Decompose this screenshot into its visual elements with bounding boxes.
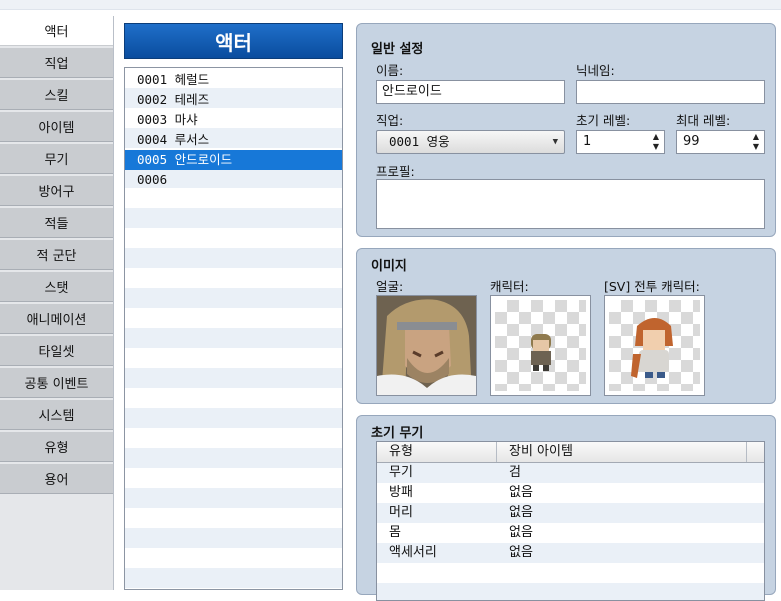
- tab-label: 직업: [44, 57, 69, 72]
- actor-item[interactable]: 0006: [125, 170, 342, 190]
- tab-label: 유형: [44, 441, 69, 456]
- equipment-rows: 무기 검 방패 없음 머리 없음 몸 없음 액세서리 없음: [377, 463, 764, 600]
- tab-tilesets[interactable]: 타일셋: [0, 336, 113, 366]
- character-image[interactable]: [490, 295, 591, 396]
- general-settings-title: 일반 설정: [371, 42, 424, 57]
- profile-label: 프로필:: [376, 164, 415, 179]
- actor-list[interactable]: 0001 헤럴드 0002 테레즈 0003 마샤 0004 루서스 0005 …: [124, 67, 343, 590]
- tab-actors[interactable]: 액터: [0, 16, 113, 46]
- name-label: 이름:: [376, 63, 404, 78]
- initial-level-label: 초기 레벨:: [576, 113, 631, 128]
- tab-label: 액터: [44, 25, 69, 40]
- tab-label: 시스템: [38, 409, 75, 424]
- table-row[interactable]: 방패 없음: [377, 483, 764, 503]
- table-row-empty: [377, 563, 764, 583]
- tab-label: 타일셋: [38, 345, 75, 360]
- tab-animations[interactable]: 애니메이션: [0, 304, 113, 334]
- tab-classes[interactable]: 직업: [0, 48, 113, 78]
- tab-label: 무기: [44, 153, 69, 168]
- face-label: 얼굴:: [376, 279, 404, 294]
- actor-item[interactable]: 0002 테레즈: [125, 90, 342, 110]
- equip-item: 없음: [509, 505, 533, 520]
- table-row-empty: [377, 583, 764, 600]
- spinner-arrows-icon[interactable]: ▲ ▼: [651, 132, 661, 152]
- tab-label: 공통 이벤트: [24, 377, 89, 392]
- general-settings-panel: 일반 설정 이름: 안드로이드 닉네임: 직업: 0001 영웅 ▼ 초기 레벨…: [356, 23, 776, 237]
- actor-item[interactable]: 0003 마샤: [125, 110, 342, 130]
- actor-item[interactable]: 0004 루서스: [125, 130, 342, 150]
- tab-label: 스탯: [44, 281, 69, 296]
- equip-type: 무기: [389, 465, 413, 480]
- tab-label: 스킬: [44, 89, 69, 104]
- class-select[interactable]: 0001 영웅 ▼: [376, 130, 565, 154]
- max-level-stepper[interactable]: 99 ▲ ▼: [676, 130, 765, 154]
- tab-types[interactable]: 유형: [0, 432, 113, 462]
- actor-item-selected[interactable]: 0005 안드로이드: [125, 150, 342, 170]
- tab-enemies[interactable]: 적들: [0, 208, 113, 238]
- tab-common-events[interactable]: 공통 이벤트: [0, 368, 113, 398]
- tab-system[interactable]: 시스템: [0, 400, 113, 430]
- table-row[interactable]: 무기 검: [377, 463, 764, 483]
- equip-type: 액세서리: [389, 545, 437, 560]
- col-item-header[interactable]: 장비 아이템: [497, 442, 747, 462]
- table-row[interactable]: 머리 없음: [377, 503, 764, 523]
- top-strip: [0, 0, 781, 10]
- equip-item: 없음: [509, 545, 533, 560]
- nickname-input[interactable]: [576, 80, 765, 104]
- equip-item: 검: [509, 465, 521, 480]
- tab-states[interactable]: 스탯: [0, 272, 113, 302]
- actor-list-title: 액터: [124, 23, 343, 59]
- character-label: 캐릭터:: [490, 279, 529, 294]
- col-type-header[interactable]: 유형: [377, 442, 497, 462]
- equip-type: 머리: [389, 505, 413, 520]
- actor-list-panel: 액터 0001 헤럴드 0002 테레즈 0003 마샤 0004 루서스 00…: [124, 23, 343, 590]
- sv-label: [SV] 전투 캐릭터:: [604, 279, 700, 294]
- tab-label: 애니메이션: [26, 313, 87, 328]
- spinner-arrows-icon[interactable]: ▲ ▼: [751, 132, 761, 152]
- col-filler: [747, 442, 764, 462]
- class-select-value: 0001 영웅: [389, 134, 450, 149]
- nickname-label: 닉네임:: [576, 63, 615, 78]
- equipment-table[interactable]: 유형 장비 아이템 무기 검 방패 없음 머리 없음 몸 없음 액세서리 없음: [376, 441, 765, 601]
- equip-type: 몸: [389, 525, 401, 540]
- tab-terms[interactable]: 용어: [0, 464, 113, 494]
- class-label: 직업:: [376, 113, 404, 128]
- face-image[interactable]: [376, 295, 477, 396]
- initial-level-value: 1: [583, 134, 592, 149]
- image-panel: 이미지 얼굴: 캐릭터: [SV] 전투 캐릭터:: [356, 248, 776, 404]
- tab-label: 용어: [44, 473, 69, 488]
- max-level-label: 최대 레벨:: [676, 113, 731, 128]
- tab-label: 적 군단: [36, 249, 77, 264]
- tab-troops[interactable]: 적 군단: [0, 240, 113, 270]
- chevron-down-icon: ▼: [552, 137, 558, 147]
- tab-label: 적들: [44, 217, 69, 232]
- initial-level-stepper[interactable]: 1 ▲ ▼: [576, 130, 665, 154]
- tab-weapons[interactable]: 무기: [0, 144, 113, 174]
- equipment-table-header: 유형 장비 아이템: [377, 442, 764, 463]
- face-portrait: [377, 296, 476, 395]
- sv-battler-sprite: [631, 318, 673, 378]
- equip-type: 방패: [389, 485, 413, 500]
- table-row[interactable]: 몸 없음: [377, 523, 764, 543]
- name-input[interactable]: 안드로이드: [376, 80, 565, 104]
- tab-items[interactable]: 아이템: [0, 112, 113, 142]
- equip-item: 없음: [509, 525, 533, 540]
- equipment-title: 초기 무기: [371, 426, 424, 441]
- tab-armors[interactable]: 방어구: [0, 176, 113, 206]
- equip-item: 없음: [509, 485, 533, 500]
- database-tabs: 액터 직업 스킬 아이템 무기 방어구 적들 적 군단 스탯 애니메이션 타일셋…: [0, 16, 114, 590]
- max-level-value: 99: [683, 134, 700, 149]
- profile-textarea[interactable]: [376, 179, 765, 229]
- tab-label: 아이템: [38, 121, 75, 136]
- equipment-panel: 초기 무기 유형 장비 아이템 무기 검 방패 없음 머리 없음 몸 없음 액세서리 없음: [356, 415, 776, 601]
- table-row[interactable]: 액세서리 없음: [377, 543, 764, 563]
- sv-battler-image[interactable]: [604, 295, 705, 396]
- character-sprite: [531, 334, 551, 371]
- tab-skills[interactable]: 스킬: [0, 80, 113, 110]
- image-title: 이미지: [371, 259, 407, 274]
- tab-label: 방어구: [38, 185, 75, 200]
- actor-item[interactable]: 0001 헤럴드: [125, 70, 342, 90]
